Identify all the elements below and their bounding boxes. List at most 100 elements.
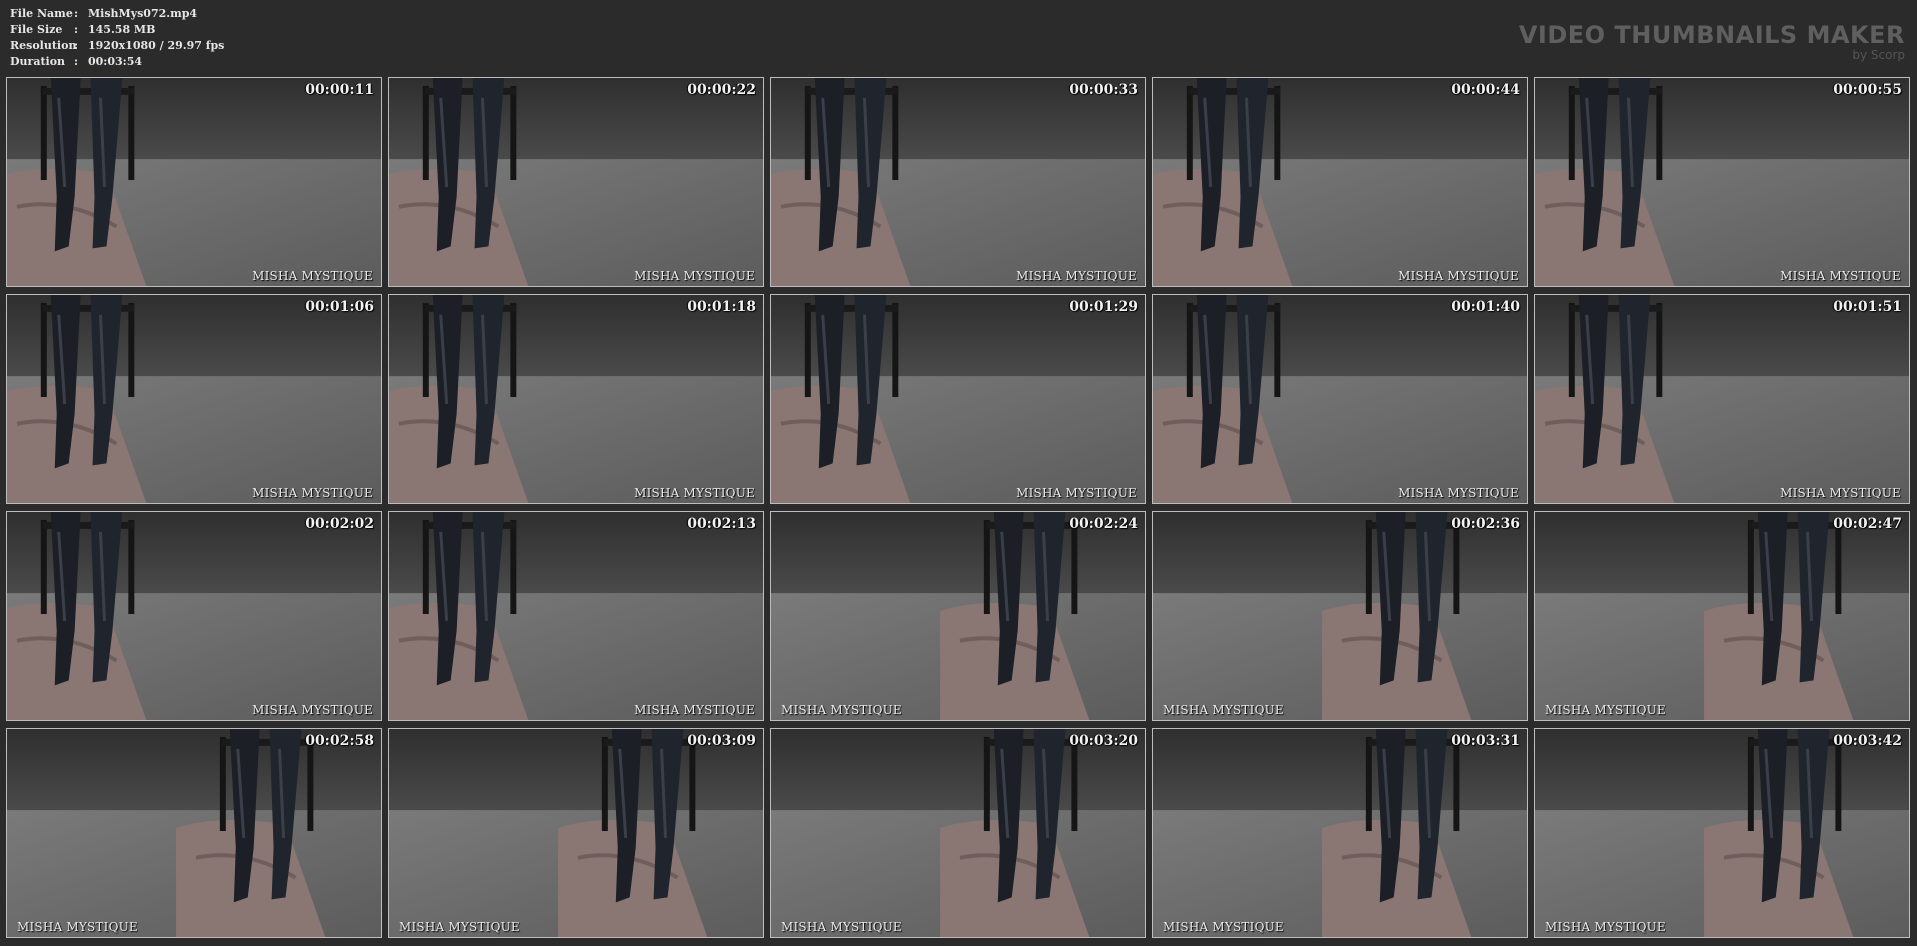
watermark: MISHA MYSTIQUE (634, 703, 755, 717)
frame-image (1153, 295, 1527, 503)
frame-image (1535, 729, 1909, 937)
timestamp: 00:00:33 (1069, 82, 1138, 98)
watermark: MISHA MYSTIQUE (252, 486, 373, 500)
frame-image (389, 78, 763, 286)
frame-image (1535, 295, 1909, 503)
watermark: MISHA MYSTIQUE (1780, 486, 1901, 500)
watermark: MISHA MYSTIQUE (1545, 920, 1666, 934)
video-thumbnail[interactable]: 00:02:13 MISHA MYSTIQUE (388, 511, 764, 721)
timestamp: 00:02:02 (305, 516, 374, 532)
watermark: MISHA MYSTIQUE (399, 920, 520, 934)
watermark: MISHA MYSTIQUE (1163, 920, 1284, 934)
video-thumbnail[interactable]: 00:02:36 MISHA MYSTIQUE (1152, 511, 1528, 721)
video-thumbnail[interactable]: 00:00:33 MISHA MYSTIQUE (770, 77, 1146, 287)
watermark: MISHA MYSTIQUE (1545, 703, 1666, 717)
watermark: MISHA MYSTIQUE (252, 269, 373, 283)
frame-image (771, 78, 1145, 286)
resolution-key: Resolution (10, 39, 77, 52)
frame-image (1535, 78, 1909, 286)
file-name-separator: : (74, 7, 79, 20)
frame-image (7, 512, 381, 720)
duration-key: Duration (10, 55, 66, 68)
video-thumbnail[interactable]: 00:02:02 MISHA MYSTIQUE (6, 511, 382, 721)
frame-image (771, 295, 1145, 503)
watermark: MISHA MYSTIQUE (17, 920, 138, 934)
duration-value: 00:03:54 (88, 55, 143, 68)
resolution-row: Resolution : 1920x1080 / 29.97 fps (10, 38, 224, 54)
watermark: MISHA MYSTIQUE (781, 920, 902, 934)
watermark: MISHA MYSTIQUE (1780, 269, 1901, 283)
frame-image (1535, 512, 1909, 720)
timestamp: 00:00:11 (305, 82, 374, 98)
file-info-panel: File Name : MishMys072.mp4 File Size : 1… (10, 6, 224, 70)
file-size-key: File Size (10, 23, 63, 36)
watermark: MISHA MYSTIQUE (1398, 486, 1519, 500)
file-name-key: File Name (10, 7, 73, 20)
video-thumbnail[interactable]: 00:03:31 MISHA MYSTIQUE (1152, 728, 1528, 938)
frame-image (1153, 729, 1527, 937)
frame-image (7, 295, 381, 503)
video-thumbnail[interactable]: 00:02:58 MISHA MYSTIQUE (6, 728, 382, 938)
frame-image (7, 78, 381, 286)
resolution-value: 1920x1080 / 29.97 fps (88, 39, 225, 52)
video-thumbnail[interactable]: 00:03:42 MISHA MYSTIQUE (1534, 728, 1910, 938)
watermark: MISHA MYSTIQUE (1398, 269, 1519, 283)
watermark: MISHA MYSTIQUE (634, 486, 755, 500)
frame-image (389, 295, 763, 503)
watermark: MISHA MYSTIQUE (781, 703, 902, 717)
video-thumbnail[interactable]: 00:00:22 MISHA MYSTIQUE (388, 77, 764, 287)
file-size-separator: : (74, 23, 79, 36)
video-thumbnail[interactable]: 00:02:24 MISHA MYSTIQUE (770, 511, 1146, 721)
timestamp: 00:02:58 (305, 733, 374, 749)
thumbnail-grid: 00:00:11 MISHA MYSTIQUE 00:00:22 MISHA MYST… (6, 77, 1910, 938)
video-thumbnail[interactable]: 00:03:09 MISHA MYSTIQUE (388, 728, 764, 938)
video-thumbnail[interactable]: 00:01:29 MISHA MYSTIQUE (770, 294, 1146, 504)
timestamp: 00:02:13 (687, 516, 756, 532)
file-size-value: 145.58 MB (88, 23, 156, 36)
video-thumbnail[interactable]: 00:01:51 MISHA MYSTIQUE (1534, 294, 1910, 504)
timestamp: 00:01:29 (1069, 299, 1138, 315)
video-thumbnail[interactable]: 00:02:47 MISHA MYSTIQUE (1534, 511, 1910, 721)
brand-logo: VIDEO THUMBNAILS MAKER by Scorp (1519, 22, 1905, 62)
watermark: MISHA MYSTIQUE (634, 269, 755, 283)
timestamp: 00:01:40 (1451, 299, 1520, 315)
timestamp: 00:03:09 (687, 733, 756, 749)
timestamp: 00:01:18 (687, 299, 756, 315)
file-name-value: MishMys072.mp4 (88, 7, 198, 20)
video-thumbnail[interactable]: 00:00:55 MISHA MYSTIQUE (1534, 77, 1910, 287)
video-thumbnail[interactable]: 00:01:06 MISHA MYSTIQUE (6, 294, 382, 504)
timestamp: 00:01:06 (305, 299, 374, 315)
video-thumbnail[interactable]: 00:00:44 MISHA MYSTIQUE (1152, 77, 1528, 287)
frame-image (389, 512, 763, 720)
frame-image (389, 729, 763, 937)
video-thumbnail[interactable]: 00:00:11 MISHA MYSTIQUE (6, 77, 382, 287)
timestamp: 00:00:44 (1451, 82, 1520, 98)
watermark: MISHA MYSTIQUE (252, 703, 373, 717)
file-size-row: File Size : 145.58 MB (10, 22, 224, 38)
watermark: MISHA MYSTIQUE (1163, 703, 1284, 717)
timestamp: 00:02:36 (1451, 516, 1520, 532)
frame-image (1153, 512, 1527, 720)
timestamp: 00:03:42 (1833, 733, 1902, 749)
frame-image (771, 512, 1145, 720)
timestamp: 00:00:55 (1833, 82, 1902, 98)
watermark: MISHA MYSTIQUE (1016, 486, 1137, 500)
duration-row: Duration : 00:03:54 (10, 54, 224, 70)
brand-subtitle: by Scorp (1852, 48, 1905, 62)
timestamp: 00:01:51 (1833, 299, 1902, 315)
video-thumbnail[interactable]: 00:01:40 MISHA MYSTIQUE (1152, 294, 1528, 504)
timestamp: 00:02:24 (1069, 516, 1138, 532)
brand-title: VIDEO THUMBNAILS MAKER (1518, 21, 1905, 49)
resolution-separator: : (74, 39, 79, 52)
video-thumbnail[interactable]: 00:03:20 MISHA MYSTIQUE (770, 728, 1146, 938)
frame-image (7, 729, 381, 937)
file-name-row: File Name : MishMys072.mp4 (10, 6, 224, 22)
watermark: MISHA MYSTIQUE (1016, 269, 1137, 283)
frame-image (771, 729, 1145, 937)
video-thumbnail[interactable]: 00:01:18 MISHA MYSTIQUE (388, 294, 764, 504)
timestamp: 00:02:47 (1833, 516, 1902, 532)
timestamp: 00:00:22 (687, 82, 756, 98)
timestamp: 00:03:31 (1451, 733, 1520, 749)
frame-image (1153, 78, 1527, 286)
timestamp: 00:03:20 (1069, 733, 1138, 749)
